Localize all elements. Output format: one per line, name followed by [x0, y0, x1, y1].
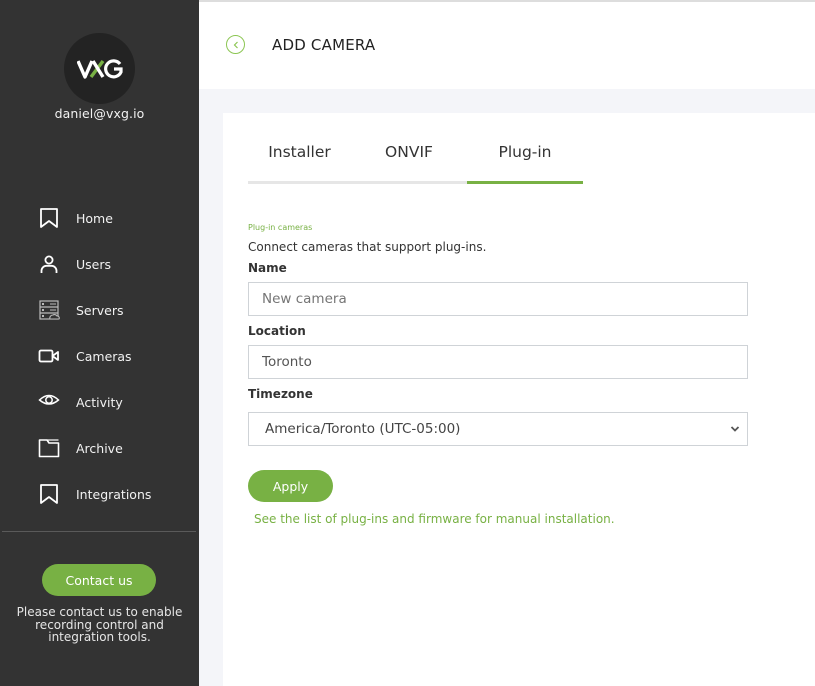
name-input[interactable] — [248, 282, 748, 316]
sidebar-item-cameras[interactable]: Cameras — [0, 333, 199, 379]
chevron-left-icon — [233, 41, 238, 48]
vxg-logo-icon — [76, 58, 123, 79]
user-icon — [38, 253, 60, 275]
sidebar-item-label: Servers — [76, 302, 124, 318]
contact-us-button[interactable]: Contact us — [42, 564, 156, 596]
bookmark-icon — [38, 207, 60, 229]
timezone-select[interactable]: America/Toronto (UTC-05:00) — [248, 412, 748, 446]
section-label: Plug-in cameras — [248, 223, 313, 232]
tab-onvif[interactable]: ONVIF — [351, 143, 467, 181]
sidebar-item-integrations[interactable]: Integrations — [0, 471, 199, 517]
apply-button[interactable]: Apply — [248, 470, 333, 502]
sidebar-item-label: Activity — [76, 394, 123, 410]
sidebar-item-label: Integrations — [76, 486, 152, 502]
contact-note: Please contact us to enable recording co… — [16, 605, 183, 644]
add-camera-card: Installer ONVIF Plug-in Plug-in cameras … — [223, 113, 815, 686]
folder-icon — [38, 437, 60, 459]
tab-plug-in[interactable]: Plug-in — [467, 143, 583, 181]
server-icon — [38, 299, 60, 321]
page-header: ADD CAMERA — [199, 0, 815, 89]
sidebar-item-activity[interactable]: Activity — [0, 379, 199, 425]
sidebar-item-label: Archive — [76, 440, 123, 456]
location-label: Location — [248, 324, 306, 338]
sidebar-item-label: Cameras — [76, 348, 132, 364]
sidebar-item-archive[interactable]: Archive — [0, 425, 199, 471]
plugins-list-link[interactable]: See the list of plug-ins and firmware fo… — [254, 512, 615, 526]
tab-bar: Installer ONVIF Plug-in — [248, 113, 583, 184]
sidebar-item-servers[interactable]: Servers — [0, 287, 199, 333]
location-input[interactable] — [248, 345, 748, 379]
timezone-label: Timezone — [248, 387, 313, 401]
sidebar-nav: Home Users Servers Cameras Activity Arch… — [0, 195, 199, 517]
active-tab-indicator — [467, 181, 583, 184]
name-label: Name — [248, 261, 287, 275]
section-description: Connect cameras that support plug-ins. — [248, 240, 487, 254]
chevron-down-icon — [730, 426, 740, 432]
back-button[interactable] — [226, 35, 245, 54]
sidebar-item-home[interactable]: Home — [0, 195, 199, 241]
tab-installer[interactable]: Installer — [248, 143, 351, 181]
sidebar-item-label: Users — [76, 256, 112, 272]
bookmark-icon — [38, 483, 60, 505]
sidebar-item-users[interactable]: Users — [0, 241, 199, 287]
timezone-selected-value: America/Toronto (UTC-05:00) — [265, 421, 461, 437]
eye-icon — [38, 391, 60, 413]
sidebar-divider — [2, 531, 196, 532]
video-camera-icon — [38, 345, 60, 367]
user-email: daniel@vxg.io — [54, 106, 145, 121]
page-title: ADD CAMERA — [272, 36, 376, 54]
sidebar-item-label: Home — [76, 210, 113, 226]
avatar[interactable] — [64, 33, 135, 104]
sidebar: daniel@vxg.io Home Users Servers Cameras… — [0, 0, 199, 686]
